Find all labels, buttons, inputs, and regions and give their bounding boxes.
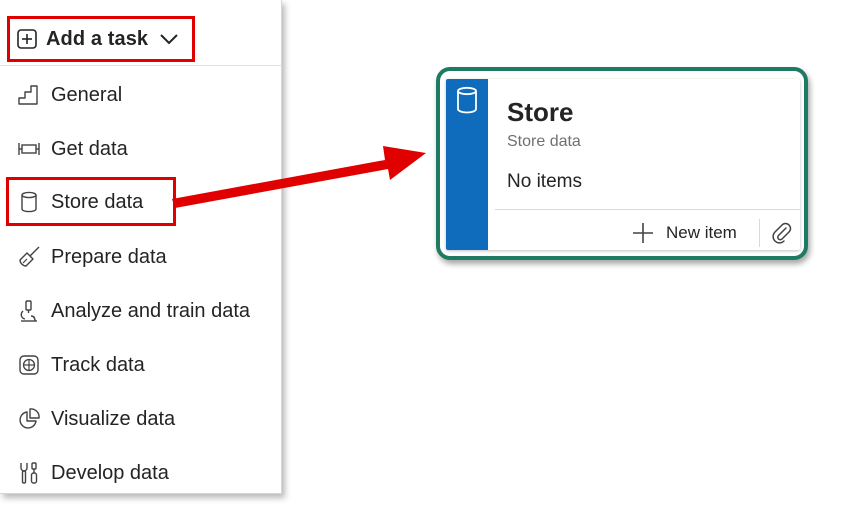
attach-button[interactable] bbox=[770, 221, 794, 245]
menu-item-label: Analyze and train data bbox=[51, 299, 251, 322]
stage: Add a task General Get data Store data P… bbox=[0, 0, 847, 511]
plus-icon bbox=[632, 222, 654, 244]
broom-icon bbox=[17, 245, 41, 269]
card-title: Store bbox=[507, 97, 574, 127]
new-item-button[interactable]: New item bbox=[632, 219, 737, 247]
menu-item-label: Store data bbox=[51, 190, 144, 213]
menu-item-label: Prepare data bbox=[51, 245, 167, 268]
menu-item-track-data[interactable]: Track data bbox=[0, 345, 281, 385]
add-a-task-label: Add a task bbox=[46, 27, 149, 50]
stairs-icon bbox=[17, 83, 41, 107]
store-card-highlight-frame: Store Store data No items New item bbox=[436, 67, 808, 260]
pie-chart-icon bbox=[17, 407, 41, 431]
store-card[interactable]: Store Store data No items New item bbox=[446, 79, 800, 250]
card-accent-strip bbox=[446, 79, 488, 250]
card-empty-text: No items bbox=[507, 171, 582, 192]
menu-item-get-data[interactable]: Get data bbox=[0, 129, 281, 169]
menu-item-label: Visualize data bbox=[51, 407, 176, 430]
new-item-label: New item bbox=[666, 223, 737, 242]
menu-item-visualize-data[interactable]: Visualize data bbox=[0, 399, 281, 439]
menu-item-label: Get data bbox=[51, 137, 128, 160]
add-task-menu: Add a task General Get data Store data P… bbox=[0, 0, 282, 494]
paperclip-icon bbox=[771, 222, 793, 244]
card-divider bbox=[495, 209, 800, 210]
menu-item-label: Track data bbox=[51, 353, 145, 376]
wrench-screwdriver-icon bbox=[17, 461, 41, 485]
menu-item-label: General bbox=[51, 83, 123, 106]
chevron-down-icon bbox=[158, 32, 180, 46]
add-square-icon bbox=[16, 28, 38, 50]
card-subtitle: Store data bbox=[507, 133, 581, 150]
database-icon bbox=[454, 85, 480, 120]
menu-item-label: Develop data bbox=[51, 461, 169, 484]
menu-item-develop-data[interactable]: Develop data bbox=[0, 453, 281, 493]
footer-separator bbox=[759, 219, 760, 247]
add-a-task-button[interactable]: Add a task bbox=[7, 16, 195, 62]
microscope-icon bbox=[17, 299, 41, 323]
database-icon bbox=[17, 190, 41, 214]
get-data-icon bbox=[17, 137, 41, 161]
grid-globe-icon bbox=[17, 353, 41, 377]
menu-header: Add a task bbox=[0, 0, 281, 66]
menu-item-general[interactable]: General bbox=[0, 75, 281, 115]
menu-item-analyze-and-train-data[interactable]: Analyze and train data bbox=[0, 291, 281, 331]
menu-item-store-data[interactable]: Store data bbox=[0, 182, 281, 222]
menu-item-prepare-data[interactable]: Prepare data bbox=[0, 237, 281, 277]
